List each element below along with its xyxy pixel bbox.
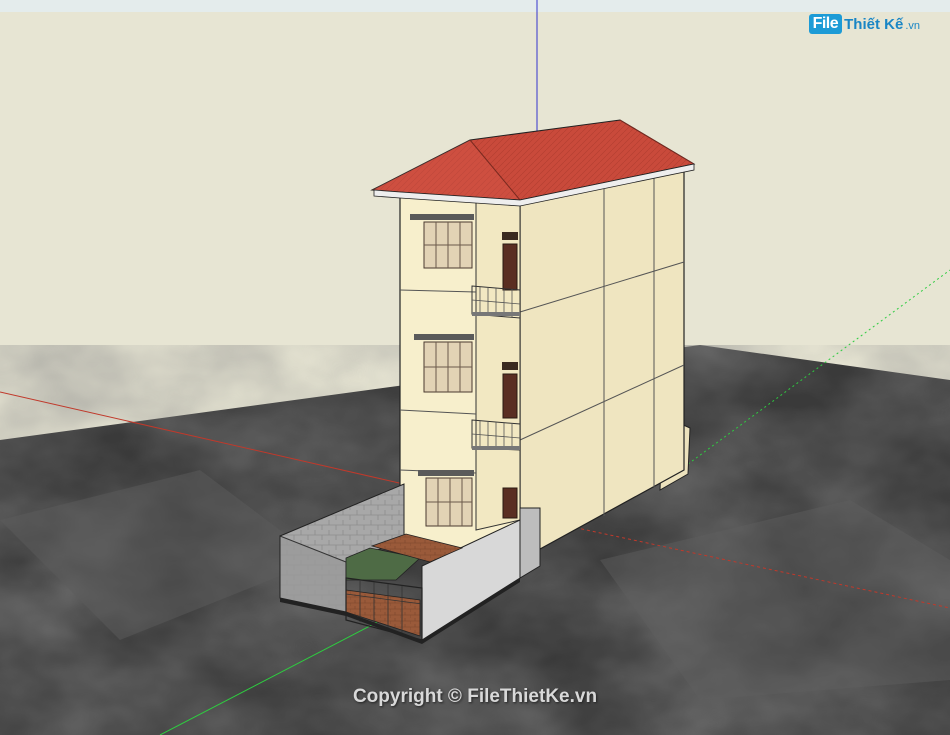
copyright-watermark: Copyright © FileThietKe.vn [352, 686, 598, 707]
3d-scene[interactable] [0, 0, 950, 735]
logo-tld-text: .vn [905, 20, 920, 32]
logo-name-text: Thiết Kế [844, 15, 904, 33]
sketchup-viewport[interactable]: File Thiết Kế .vn Copyright © FileThietK… [0, 0, 950, 735]
balcony-door-lower[interactable] [502, 487, 518, 519]
logo-file-text: File [808, 14, 843, 34]
filethietke-logo: File Thiết Kế .vn [808, 14, 920, 34]
window-floor-2[interactable] [418, 470, 474, 527]
